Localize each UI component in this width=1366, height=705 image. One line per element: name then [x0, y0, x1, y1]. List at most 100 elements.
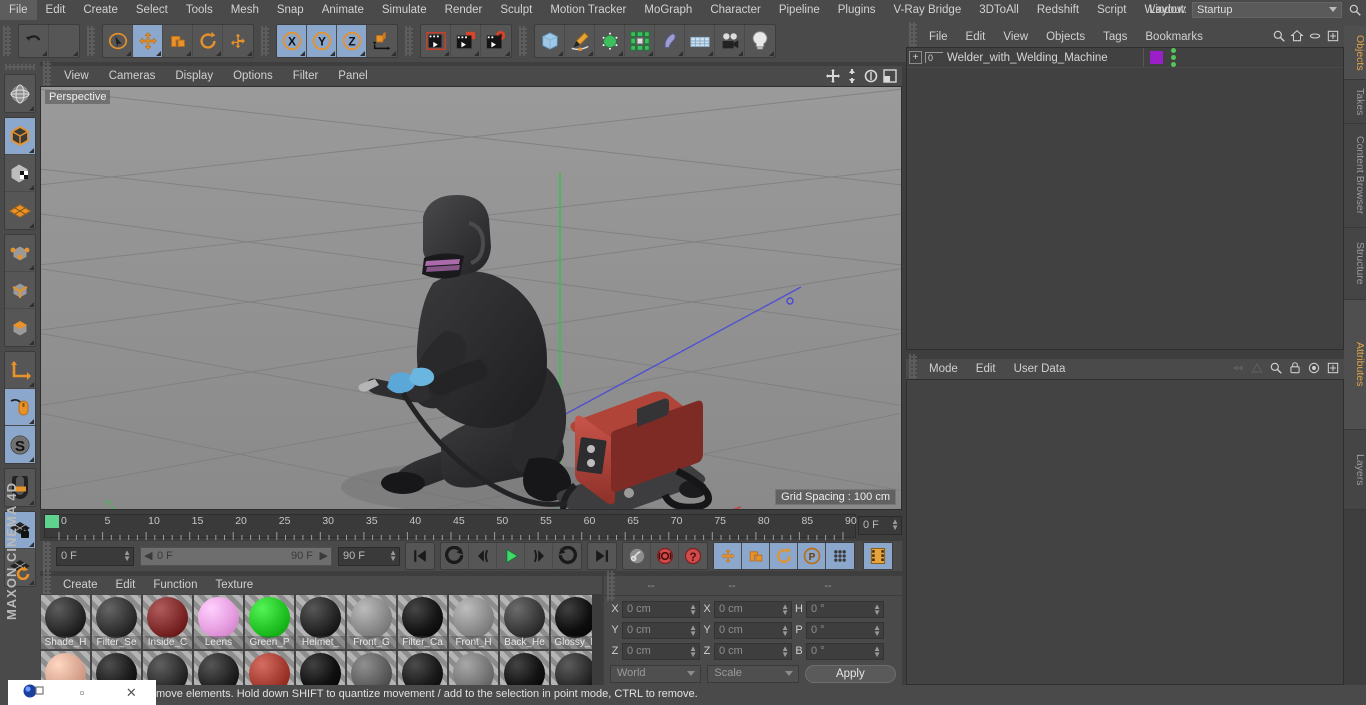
pan-icon[interactable]: [825, 68, 841, 84]
spinner-icon[interactable]: ▲ ▼: [873, 644, 881, 658]
panel-grip[interactable]: [3, 26, 11, 56]
object-name[interactable]: Welder_with_Welding_Machine: [943, 52, 1143, 64]
perspective-viewport[interactable]: Y Z X Perspective Grid Spacing : 100 cm: [40, 86, 902, 510]
polygon-mode-icon[interactable]: [5, 309, 35, 346]
dock-tab-structure[interactable]: Structure: [1344, 228, 1366, 300]
spinner-icon[interactable]: ▲ ▼: [123, 548, 131, 562]
soft-selection-icon[interactable]: S: [5, 426, 35, 463]
scale-key-icon[interactable]: [742, 543, 770, 569]
viewport-menu-filter[interactable]: Filter: [283, 70, 329, 82]
c4d-app-icon[interactable]: [8, 683, 57, 702]
material-item[interactable]: Leens: [194, 595, 243, 649]
position-key-icon[interactable]: [714, 543, 742, 569]
attribute-menu-edit[interactable]: Edit: [967, 363, 1005, 375]
material-scrollbar[interactable]: [592, 594, 602, 685]
panel-grip[interactable]: [43, 541, 51, 571]
spinner-icon[interactable]: ▲ ▼: [689, 644, 697, 658]
object-menu-tags[interactable]: Tags: [1094, 31, 1136, 43]
material-item[interactable]: Black_M: [296, 651, 345, 685]
material-tag[interactable]: [1150, 51, 1163, 64]
range-right-arrow-icon[interactable]: ▶: [320, 549, 328, 562]
object-manager-body[interactable]: +0 Welder_with_Welding_Machine: [906, 47, 1344, 350]
polygon-grid-icon[interactable]: [5, 192, 35, 229]
material-item[interactable]: Filter_Se: [92, 595, 141, 649]
close-icon[interactable]: ✕: [107, 685, 156, 701]
position-field[interactable]: 0 cm ▲ ▼: [622, 642, 700, 660]
object-mode-icon[interactable]: [5, 118, 35, 155]
coord-system-dropdown[interactable]: World: [610, 665, 702, 683]
material-item[interactable]: Filter_Ca: [398, 595, 447, 649]
dock-tab-takes[interactable]: Takes: [1344, 80, 1366, 124]
panel-grip[interactable]: [519, 26, 527, 56]
dolly-icon[interactable]: [844, 68, 860, 84]
dock-tab-content-browser[interactable]: Content Browser: [1344, 124, 1366, 228]
y-axis-icon[interactable]: Y: [307, 25, 337, 57]
go-to-start-icon[interactable]: [406, 543, 434, 569]
maximize-view-icon[interactable]: [882, 68, 898, 84]
material-item[interactable]: Back_He: [500, 595, 549, 649]
viewport-menu-cameras[interactable]: Cameras: [99, 70, 166, 82]
rotation-field[interactable]: 0 ° ▲ ▼: [806, 621, 884, 639]
search-icon[interactable]: [1348, 3, 1362, 17]
material-item[interactable]: Front_G: [347, 595, 396, 649]
material-item[interactable]: Helmet_: [296, 595, 345, 649]
menu-item-edit[interactable]: Edit: [37, 0, 75, 20]
spinner-icon[interactable]: ▲ ▼: [781, 602, 789, 616]
array-icon[interactable]: [625, 25, 655, 57]
attribute-menu-mode[interactable]: Mode: [920, 363, 967, 375]
z-axis-icon[interactable]: Z: [337, 25, 367, 57]
dock-tab-objects[interactable]: Objects: [1344, 26, 1366, 80]
previous-key-icon[interactable]: [441, 543, 469, 569]
material-item[interactable]: Rubber: [398, 651, 447, 685]
rotation-field[interactable]: 0 ° ▲ ▼: [806, 600, 884, 618]
point-mode-icon[interactable]: [5, 235, 35, 272]
undo-icon[interactable]: [19, 25, 49, 57]
render-region-icon[interactable]: [451, 25, 481, 57]
rotation-field[interactable]: 0 ° ▲ ▼: [806, 642, 884, 660]
select-cursor-icon[interactable]: [103, 25, 133, 57]
redo-icon[interactable]: [49, 25, 79, 57]
visibility-dots[interactable]: [1171, 48, 1176, 67]
step-forward-icon[interactable]: [525, 543, 553, 569]
menu-item-script[interactable]: Script: [1088, 0, 1135, 20]
search-icon[interactable]: [1269, 361, 1283, 378]
move-axis-icon[interactable]: [223, 25, 253, 57]
material-item[interactable]: Shade_H: [41, 595, 90, 649]
cube-primitive-icon[interactable]: [535, 25, 565, 57]
camera-icon[interactable]: [715, 25, 745, 57]
target-icon[interactable]: [1307, 361, 1321, 378]
light-icon[interactable]: [745, 25, 775, 57]
minimize-icon[interactable]: ▫: [57, 685, 106, 700]
history-forward-icon[interactable]: [1250, 361, 1264, 378]
mouse-viewport-icon[interactable]: [5, 389, 35, 426]
world-coord-icon[interactable]: [367, 25, 397, 57]
attribute-manager-body[interactable]: [906, 379, 1344, 685]
layout-dropdown[interactable]: Startup: [1192, 2, 1342, 18]
viewport-menu-options[interactable]: Options: [223, 70, 283, 82]
material-menu-create[interactable]: Create: [54, 579, 107, 591]
material-item[interactable]: Green_P: [245, 595, 294, 649]
history-back-icon[interactable]: [1231, 361, 1245, 378]
keyframe-selection-icon[interactable]: ?: [679, 543, 707, 569]
viewport-menu-view[interactable]: View: [54, 70, 99, 82]
home-icon[interactable]: [1290, 29, 1304, 46]
floor-scene-icon[interactable]: [685, 25, 715, 57]
material-item[interactable]: Torch_M: [194, 651, 243, 685]
size-field[interactable]: 0 cm ▲ ▼: [714, 642, 792, 660]
menu-item-file[interactable]: File: [0, 0, 37, 20]
spinner-icon[interactable]: ▲ ▼: [689, 602, 697, 616]
add-layer-icon[interactable]: [1326, 29, 1340, 46]
object-menu-file[interactable]: File: [920, 31, 957, 43]
param-key-icon[interactable]: P: [798, 543, 826, 569]
add-icon[interactable]: [1326, 361, 1340, 378]
max-frame-field[interactable]: 90 F ▲ ▼: [338, 546, 400, 566]
search-icon[interactable]: [1272, 29, 1286, 46]
rotate-icon[interactable]: [193, 25, 223, 57]
spinner-icon[interactable]: ▲ ▼: [781, 623, 789, 637]
pla-key-icon[interactable]: [826, 543, 854, 569]
expander-icon[interactable]: +: [909, 51, 922, 64]
x-axis-icon[interactable]: X: [277, 25, 307, 57]
material-item[interactable]: Front_H: [449, 595, 498, 649]
enable-axis-icon[interactable]: [5, 352, 35, 389]
object-menu-bookmarks[interactable]: Bookmarks: [1136, 31, 1212, 43]
